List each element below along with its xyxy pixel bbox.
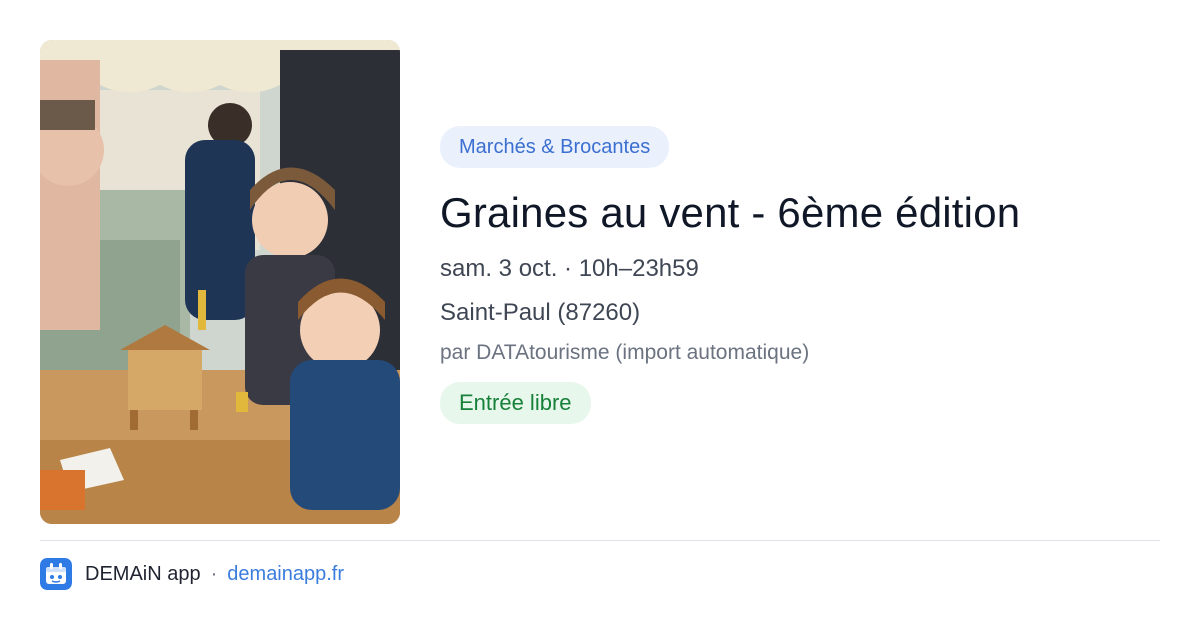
footer-separator: · [210, 562, 218, 585]
event-photo [40, 40, 400, 524]
event-location: Saint-Paul (87260) [440, 299, 641, 326]
event-datetime: sam. 3 oct. · 10h–23h59 [440, 255, 699, 282]
app-url-link[interactable]: demainapp.fr [227, 563, 344, 586]
app-name: DEMAiN app [85, 562, 201, 585]
price-badge: Entrée libre [440, 382, 591, 424]
footer-divider [40, 540, 1160, 541]
event-title: Graines au vent - 6ème édition [440, 189, 1021, 236]
event-photo-image [40, 40, 400, 524]
event-source: par DATAtourisme (import automatique) [440, 341, 810, 364]
footer: DEMAiN app · demainapp.fr [40, 558, 344, 590]
demain-app-icon [40, 558, 72, 590]
event-info: Marchés & Brocantes Graines au vent - 6è… [440, 126, 1160, 424]
category-badge[interactable]: Marchés & Brocantes [440, 126, 670, 168]
event-share-card: Marchés & Brocantes Graines au vent - 6è… [0, 0, 1200, 630]
